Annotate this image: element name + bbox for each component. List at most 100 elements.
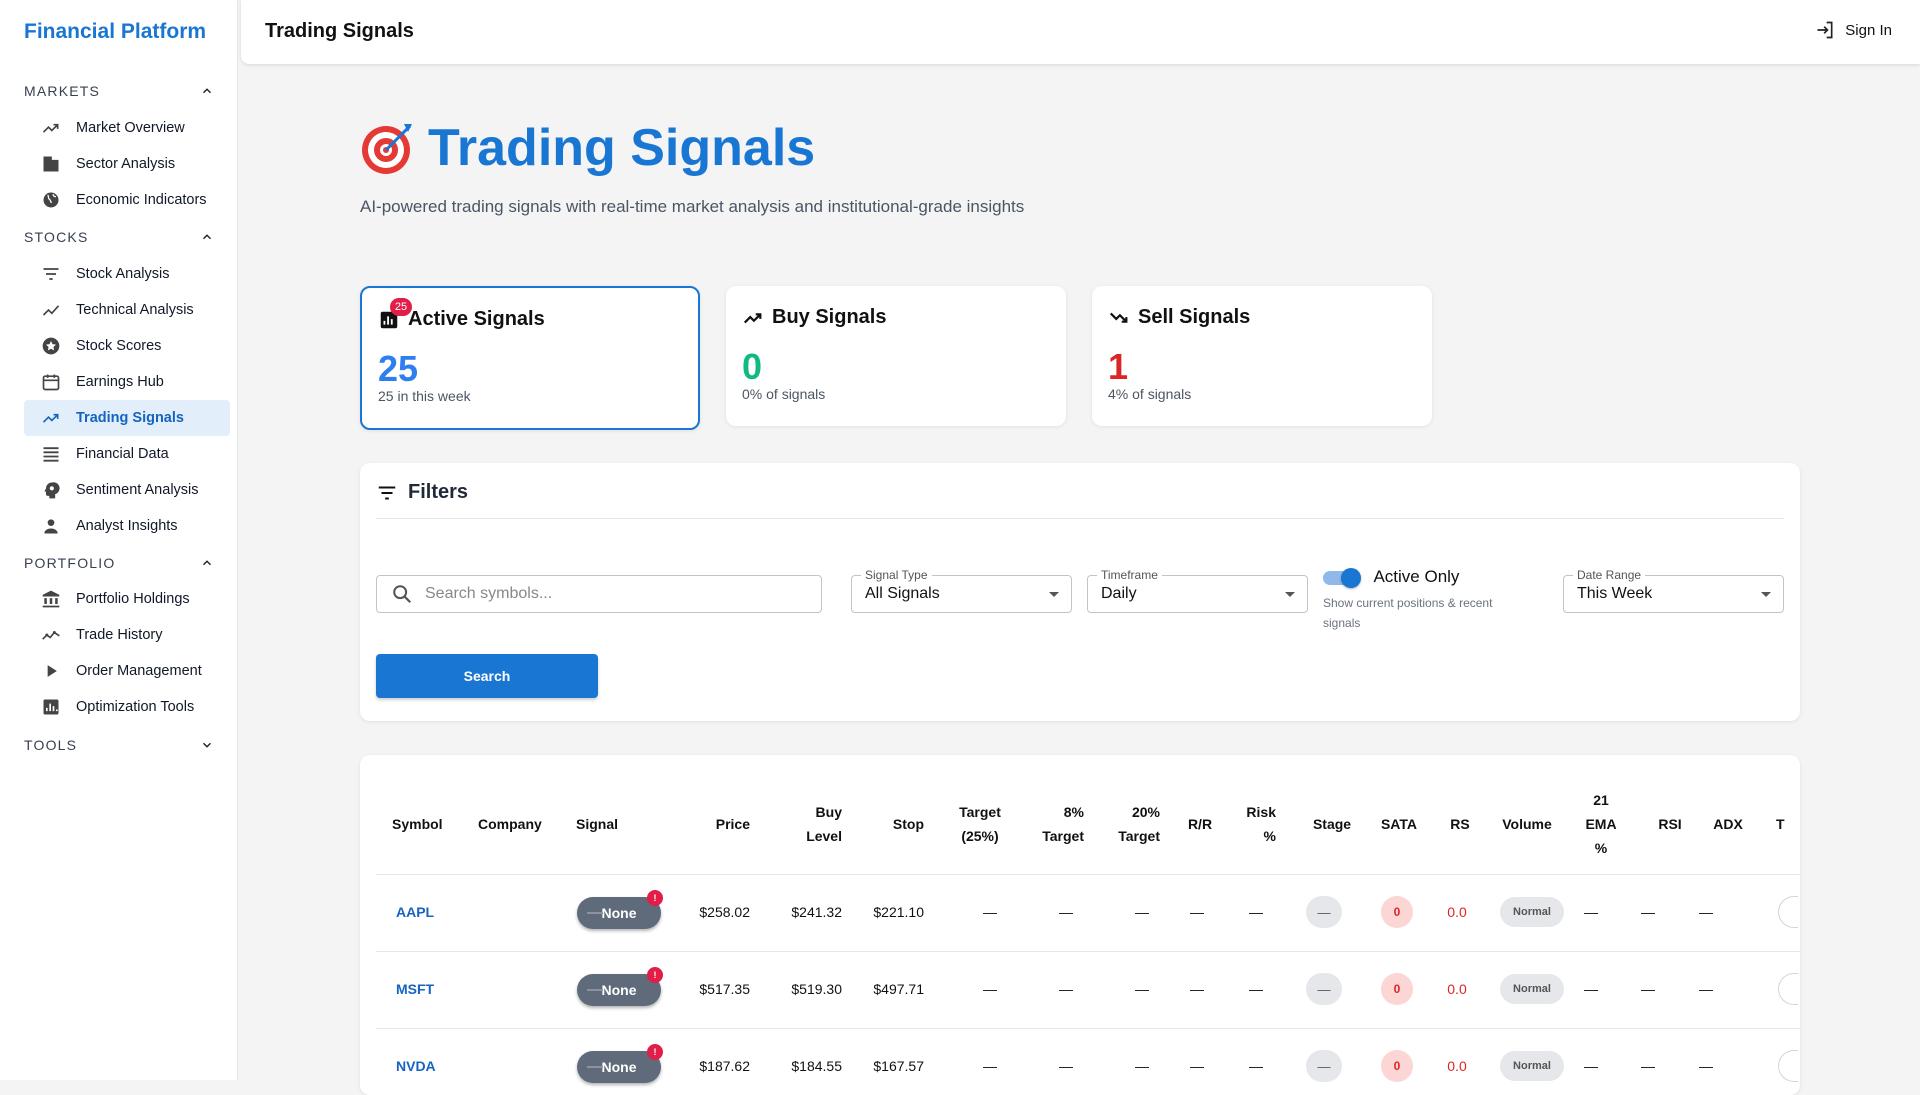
col-stop[interactable]: Stop [876,786,924,862]
search-input[interactable] [423,584,807,604]
page-header-title: Trading Signals [265,20,414,42]
sidebar-item-economic-indicators[interactable]: Economic Indicators [24,182,230,218]
col-stage[interactable]: Stage [1302,786,1362,862]
col-rsi[interactable]: RSI [1650,786,1690,862]
col-buy-level[interactable]: Buy Level [790,786,842,862]
col-adx[interactable]: ADX [1708,786,1748,862]
col-symbol[interactable]: Symbol [392,786,443,862]
caret-down-icon [1285,591,1295,597]
sidebar-item-sector-analysis[interactable]: Sector Analysis [24,146,230,182]
sidebar-item-stock-scores[interactable]: Stock Scores [24,328,230,364]
card-header: Sell Signals [1108,306,1250,329]
col-rs[interactable]: RS [1440,786,1480,862]
sidebar-item-earnings-hub[interactable]: Earnings Hub [24,364,230,400]
col-sata[interactable]: SATA [1374,786,1424,862]
header-line: Target [959,804,1001,820]
rsi-cell: — [1641,981,1655,997]
symbol-link[interactable]: NVDA [396,1054,436,1078]
card-note: 4% of signals [1108,386,1192,402]
adx-cell: — [1699,904,1713,920]
section-tools[interactable]: TOOLS [24,733,214,757]
target-20-cell: — [1135,1058,1149,1074]
col-target-25[interactable]: Target (25%) [950,786,1010,862]
globe-icon [40,189,62,211]
sidebar-item-label: Trading Signals [76,410,184,426]
col-company[interactable]: Company [478,786,542,862]
col-rr[interactable]: R/R [1180,786,1220,862]
col-volume[interactable]: Volume [1492,786,1562,862]
sidebar-item-label: Earnings Hub [76,374,164,390]
timeframe-select[interactable]: Timeframe Daily [1087,568,1308,613]
calendar-icon [40,371,62,393]
chevron-up-icon [203,560,211,566]
sidebar-item-trading-signals[interactable]: Trading Signals [24,400,230,436]
header-line: Buy [815,804,842,820]
sign-in-button[interactable]: Sign In [1815,20,1892,40]
toggle-thumb [1341,568,1361,588]
target-8-cell: — [1059,981,1073,997]
sidebar-item-stock-analysis[interactable]: Stock Analysis [24,256,230,292]
section-stocks[interactable]: STOCKS [24,225,214,249]
signal-chip[interactable]: None ! [577,890,663,929]
buy-signals-card[interactable]: Buy Signals 0 0% of signals [726,286,1066,426]
filters-panel: Filters Signal Type All Signals Timefram… [360,463,1800,721]
col-price[interactable]: Price [690,786,750,862]
stage-pill: — [1306,896,1342,928]
card-value: 1 [1108,346,1129,387]
card-header: Buy Signals [742,306,886,329]
signal-type-select[interactable]: Signal Type All Signals [851,568,1072,613]
play-icon [40,660,62,682]
adx-cell: — [1699,1058,1713,1074]
col-t[interactable]: T [1776,786,1785,862]
sidebar-item-technical-analysis[interactable]: Technical Analysis [24,292,230,328]
section-portfolio[interactable]: PORTFOLIO [24,551,214,575]
header-line: (25%) [961,828,999,844]
search-field[interactable] [376,575,822,613]
sidebar-item-sentiment-analysis[interactable]: Sentiment Analysis [24,472,230,508]
section-markets[interactable]: MARKETS [24,79,214,103]
sidebar-item-label: Sector Analysis [76,156,176,172]
sidebar-item-label: Economic Indicators [76,192,207,208]
sidebar-item-market-overview[interactable]: Market Overview [24,110,230,146]
row-divider [376,1028,1800,1029]
psychology-icon [40,479,62,501]
signal-chip[interactable]: None ! [577,1044,663,1083]
search-button[interactable]: Search [376,654,598,698]
sidebar-item-portfolio-holdings[interactable]: Portfolio Holdings [24,581,230,617]
chip-line [587,912,603,914]
header-divider [376,874,1800,875]
stage-pill: — [1306,973,1342,1005]
header-line: Target [1042,828,1084,844]
buy-level-cell: $184.55 [791,1058,842,1074]
sidebar-item-trade-history[interactable]: Trade History [24,617,230,653]
brand-title[interactable]: Financial Platform [24,20,206,44]
col-target-8[interactable]: 8% Target [1032,786,1084,862]
card-title: Buy Signals [772,306,887,328]
signal-chip[interactable]: None ! [577,967,663,1006]
row-divider [376,951,1800,952]
section-label: STOCKS [24,229,89,245]
col-risk[interactable]: Risk % [1240,786,1276,862]
target-20-cell: — [1135,904,1149,920]
sidebar-item-order-management[interactable]: Order Management [24,653,230,689]
header-line: 20% [1131,804,1160,820]
date-range-select[interactable]: Date Range This Week [1563,568,1784,613]
caret-down-icon [1761,591,1771,597]
header-line: 8% [1063,804,1084,820]
sidebar-item-optimization-tools[interactable]: Optimization Tools [24,689,230,725]
target-25-cell: — [983,1058,997,1074]
risk-cell: — [1249,981,1263,997]
col-target-20[interactable]: 20% Target [1108,786,1160,862]
sidebar-item-financial-data[interactable]: Financial Data [24,436,230,472]
symbol-link[interactable]: MSFT [396,977,434,1001]
sidebar-item-analyst-insights[interactable]: Analyst Insights [24,508,230,544]
active-only-toggle[interactable] [1323,567,1361,588]
symbol-link[interactable]: AAPL [396,900,434,924]
col-signal[interactable]: Signal [576,786,618,862]
trending-down-icon [1109,312,1128,323]
active-signals-card[interactable]: Active Signals 25 25 25 in this week [360,286,700,430]
sell-signals-card[interactable]: Sell Signals 1 4% of signals [1092,286,1432,426]
price-cell: $517.35 [699,981,750,997]
info-badge-icon: ! [647,967,663,983]
col-ema[interactable]: 21 EMA % [1576,786,1626,862]
